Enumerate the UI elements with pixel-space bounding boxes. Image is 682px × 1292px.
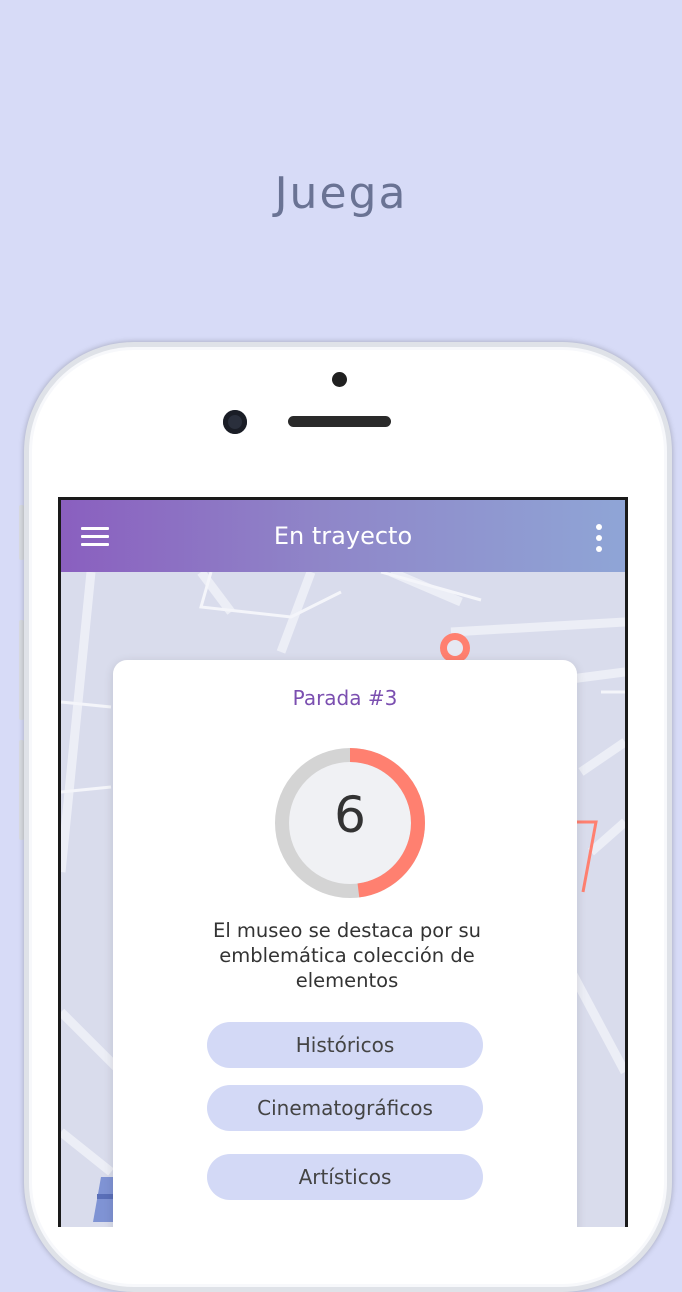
question-card: Parada #3 6 El museo se destaca por su e… bbox=[113, 660, 577, 1227]
more-vert-icon[interactable] bbox=[595, 524, 603, 554]
earpiece-speaker bbox=[288, 416, 391, 427]
page-headline: Juega bbox=[274, 168, 408, 219]
timer-value: 6 bbox=[334, 786, 366, 844]
app-bar-title: En trayecto bbox=[273, 522, 413, 550]
stop-title: Parada #3 bbox=[292, 686, 398, 710]
answer-button-historicos[interactable]: Históricos bbox=[207, 1022, 483, 1068]
proximity-sensor bbox=[332, 372, 347, 387]
answer-button-cinematograficos[interactable]: Cinematográficos bbox=[207, 1085, 483, 1131]
map-pin-icon bbox=[440, 633, 470, 663]
front-camera bbox=[223, 410, 247, 434]
answer-button-artisticos[interactable]: Artísticos bbox=[207, 1154, 483, 1200]
app-bar: En trayecto bbox=[61, 500, 625, 572]
question-text: El museo se destaca por su emblemática c… bbox=[213, 919, 481, 992]
app-screen: En trayecto Parada #3 6 El museo se dest… bbox=[61, 500, 625, 1227]
phone-screen: En trayecto Parada #3 6 El museo se dest… bbox=[58, 497, 628, 1227]
